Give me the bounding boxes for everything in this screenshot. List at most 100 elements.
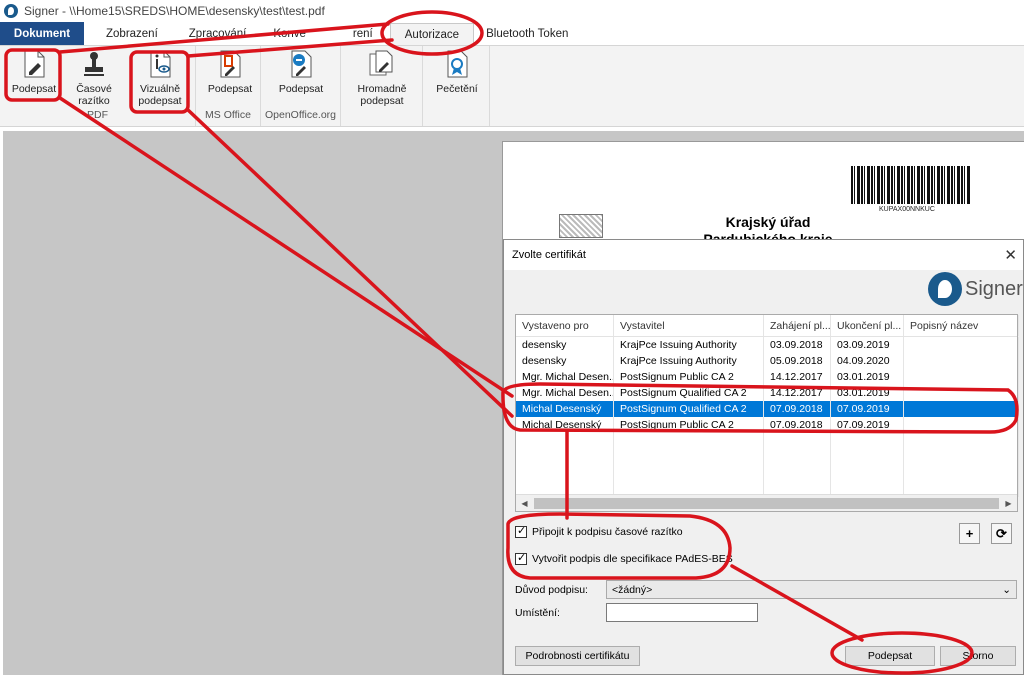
signer-app-icon — [4, 4, 18, 18]
pades-checkbox-label: Vytvořit podpis dle specifikace PAdES-BE… — [532, 553, 733, 565]
table-row[interactable]: Mgr. Michal Desen... PostSignum Public CA… — [516, 369, 1019, 385]
pades-checkbox[interactable] — [515, 551, 527, 565]
cell-valid-to: 03.01.2019 — [831, 385, 904, 401]
cell-valid-to: 03.01.2019 — [831, 369, 904, 385]
cell-valid-from: 07.09.2018 — [764, 401, 831, 417]
timestamp-button[interactable]: Časové razítko — [70, 49, 118, 107]
table-row[interactable]: Mgr. Michal Desen... PostSignum Qualified… — [516, 385, 1019, 401]
msoffice-sign-label: Podepsat — [207, 83, 253, 95]
add-certificate-button[interactable]: + — [959, 523, 980, 544]
bulk-sign-button[interactable]: Hromadně podepsat — [353, 49, 411, 107]
openoffice-sign-button[interactable]: Podepsat — [275, 49, 327, 95]
table-row-selected[interactable]: Michal Desenský PostSignum Qualified CA 2… — [516, 401, 1019, 417]
scroll-right-icon[interactable]: ▶ — [1000, 499, 1017, 508]
table-row[interactable]: desensky KrajPce Issuing Authority 03.09.2… — [516, 337, 1019, 353]
timestamp-checkbox[interactable] — [515, 524, 527, 538]
tab-konverze[interactable]: Konve — [263, 22, 323, 45]
reason-select-value: <žádný> — [612, 583, 653, 596]
cell-valid-from: 05.09.2018 — [764, 353, 831, 369]
signer-logo: Signer — [928, 272, 1023, 306]
ribbon-tabs: Dokument Zobrazení Zpracování Konve rení… — [0, 22, 1024, 45]
certificate-list[interactable]: Vystaveno pro Vystavitel Zahájení pl... … — [515, 314, 1019, 512]
seal-button[interactable]: Pečetění — [432, 49, 482, 95]
location-label: Umístění: — [515, 607, 560, 619]
ribbon-group-openoffice: Podepsat OpenOffice.org — [261, 46, 341, 126]
cell-issuer: KrajPce Issuing Authority — [614, 353, 764, 369]
horizontal-scrollbar[interactable]: ◀ ▶ — [516, 494, 1017, 511]
column-header-valid-to[interactable]: Ukončení pl... — [831, 315, 904, 336]
msoffice-document-icon — [220, 50, 241, 78]
pades-option[interactable]: Vytvořit podpis dle specifikace PAdES-BE… — [515, 551, 733, 565]
cell-issuer: PostSignum Qualified CA 2 — [614, 401, 764, 417]
group-label-openoffice: OpenOffice.org — [264, 109, 336, 121]
openoffice-sign-label: Podepsat — [278, 83, 324, 95]
visual-sign-button[interactable]: Vizuálně podepsat — [132, 49, 188, 107]
scroll-left-icon[interactable]: ◀ — [516, 499, 533, 508]
cell-valid-to: 04.09.2020 — [831, 353, 904, 369]
cancel-button[interactable]: Storno — [940, 646, 1016, 666]
pdf-emblem — [559, 214, 603, 238]
reason-label: Důvod podpisu: — [515, 584, 588, 596]
sign-button-label: Podepsat — [11, 83, 57, 95]
seal-button-label: Pečetění — [436, 83, 478, 95]
column-header-issuer[interactable]: Vystavitel — [614, 315, 764, 336]
tab-zpracovani[interactable]: Zpracování — [175, 22, 264, 45]
dialog-title: Zvolte certifikát — [512, 249, 586, 261]
cell-friendly-name — [904, 369, 1019, 385]
barcode — [851, 166, 971, 204]
empty-row — [516, 433, 1019, 449]
cell-issued-to: Mgr. Michal Desen... — [516, 369, 614, 385]
visual-sign-button-label: Vizuálně podepsat — [138, 83, 182, 107]
chevron-down-icon: ⌄ — [1002, 583, 1011, 596]
stamp-icon — [84, 52, 104, 76]
tab-autorizace[interactable]: Autorizace — [389, 23, 475, 45]
reason-select[interactable]: <žádný> ⌄ — [606, 580, 1017, 599]
group-label-pdf: PDF — [87, 109, 108, 121]
visual-sign-icon — [150, 50, 171, 78]
column-header-issued-to[interactable]: Vystaveno pro — [516, 315, 614, 336]
cell-issued-to: Mgr. Michal Desen... — [516, 385, 614, 401]
refresh-icon[interactable]: ⟳ — [991, 523, 1012, 544]
signer-logo-text: Signer — [965, 277, 1023, 300]
empty-row — [516, 449, 1019, 465]
sign-button[interactable]: Podepsat — [8, 49, 60, 95]
cell-issuer: PostSignum Qualified CA 2 — [614, 385, 764, 401]
table-row[interactable]: Michal Desenský PostSignum Public CA 2 07.… — [516, 417, 1019, 433]
ribbon-group-pdf: Podepsat Časové razítko Vizuálně podepsa… — [0, 46, 196, 126]
barcode-text: KUPAX00NNKUC — [879, 206, 935, 213]
scrollbar-thumb[interactable] — [534, 497, 999, 509]
cell-issuer: PostSignum Public CA 2 — [614, 369, 764, 385]
close-icon[interactable]: ✕ — [1004, 246, 1017, 264]
timestamp-button-label: Časové razítko — [76, 83, 112, 107]
cell-friendly-name — [904, 417, 1019, 433]
cell-valid-from: 14.12.2017 — [764, 385, 831, 401]
sign-confirm-button[interactable]: Podepsat — [845, 646, 935, 666]
timestamp-option[interactable]: Připojit k podpisu časové razítko — [515, 524, 683, 538]
cell-friendly-name — [904, 401, 1019, 417]
msoffice-sign-button[interactable]: Podepsat — [204, 49, 256, 95]
ribbon-group-msoffice: Podepsat MS Office — [196, 46, 261, 126]
cell-issuer: KrajPce Issuing Authority — [614, 337, 764, 353]
seal-certificate-icon — [447, 50, 468, 78]
location-input[interactable] — [606, 603, 758, 622]
group-label-msoffice: MS Office — [205, 109, 251, 121]
bulk-sign-label: Hromadně podepsat — [357, 83, 407, 107]
column-header-valid-from[interactable]: Zahájení pl... — [764, 315, 831, 336]
tab-zobrazeni[interactable]: Zobrazení — [84, 22, 175, 45]
cell-issued-to: Michal Desenský — [516, 417, 614, 433]
column-header-friendly-name[interactable]: Popisný název — [904, 315, 1019, 336]
cell-issued-to: desensky — [516, 353, 614, 369]
openoffice-document-icon — [291, 50, 312, 78]
cell-valid-from: 07.09.2018 — [764, 417, 831, 433]
tab-bluetooth-token[interactable]: Bluetooth Token — [474, 22, 585, 45]
certificate-details-button[interactable]: Podrobnosti certifikátu — [515, 646, 640, 666]
cell-valid-to: 07.09.2019 — [831, 401, 904, 417]
cell-valid-to: 07.09.2019 — [831, 417, 904, 433]
cell-issued-to: desensky — [516, 337, 614, 353]
dialog-title-bar: Zvolte certifikát ✕ — [504, 240, 1023, 270]
table-row[interactable]: desensky KrajPce Issuing Authority 05.09.2… — [516, 353, 1019, 369]
ribbon-panel: Podepsat Časové razítko Vizuálně podepsa… — [0, 45, 1024, 127]
tab-overeni[interactable]: rení — [323, 22, 390, 45]
ribbon-group-seal: Pečetění — [423, 46, 490, 126]
tab-dokument[interactable]: Dokument — [0, 22, 84, 45]
